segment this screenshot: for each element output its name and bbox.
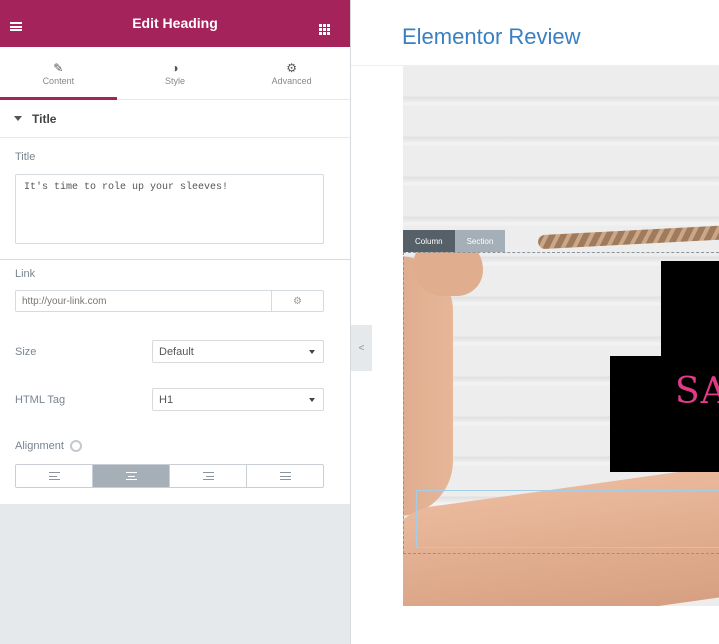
pencil-icon: ✎ [53, 61, 64, 75]
section-handle[interactable]: Section [454, 230, 506, 252]
editor-panel: Edit Heading ✎ Content ◑ Style ⚙ Advance… [0, 0, 351, 644]
title-field-label: Title [15, 151, 36, 163]
html-tag-select-value: H1 [159, 393, 174, 406]
rope-shape [537, 224, 719, 250]
html-tag-select[interactable]: H1 [152, 388, 324, 411]
tab-advanced[interactable]: ⚙ Advanced [233, 47, 350, 99]
section-title-label: Title [32, 111, 57, 126]
chevron-down-icon [309, 397, 315, 402]
align-center-icon [125, 472, 137, 480]
panel-tabs: ✎ Content ◑ Style ⚙ Advanced [0, 47, 350, 100]
alignment-label-row: Alignment [15, 440, 82, 453]
tab-style[interactable]: ◑ Style [117, 47, 234, 99]
chevron-down-icon [309, 349, 315, 354]
size-select[interactable]: Default [152, 340, 324, 363]
size-label: Size [15, 346, 37, 358]
align-right-button[interactable] [170, 465, 247, 487]
chevron-left-icon: < [358, 342, 365, 354]
link-field-label: Link [15, 268, 36, 280]
element-handles: Column Section [403, 230, 506, 252]
align-left-icon [48, 472, 60, 480]
tab-style-label: Style [165, 76, 186, 86]
size-select-value: Default [159, 345, 194, 358]
responsive-icon[interactable] [69, 440, 82, 453]
column-handle[interactable]: Column [403, 230, 455, 252]
align-justify-button[interactable] [247, 465, 323, 487]
panel-empty-area [0, 504, 350, 644]
align-justify-icon [279, 472, 291, 480]
align-center-button[interactable] [93, 465, 170, 487]
heading-widget-outline[interactable] [416, 490, 719, 548]
gear-icon: ⚙ [286, 61, 298, 75]
menu-icon[interactable] [10, 22, 22, 31]
link-field: ⚙ [15, 290, 324, 312]
tab-content-label: Content [42, 76, 75, 86]
link-input[interactable] [16, 291, 271, 311]
divider [0, 259, 350, 260]
align-right-icon [202, 472, 214, 480]
tab-content[interactable]: ✎ Content [0, 47, 117, 100]
link-options-icon[interactable]: ⚙ [271, 291, 323, 311]
tab-advanced-label: Advanced [271, 76, 312, 86]
collapse-panel-button[interactable]: < [351, 325, 372, 371]
panel-title: Edit Heading [132, 14, 218, 31]
section-title-toggle[interactable]: Title [0, 100, 350, 138]
align-left-button[interactable] [16, 465, 93, 487]
alignment-control [15, 464, 324, 488]
html-tag-label: HTML Tag [15, 394, 66, 406]
widgets-grid-icon[interactable] [319, 24, 330, 35]
contrast-icon: ◑ [171, 61, 179, 75]
panel-header: Edit Heading [0, 0, 350, 47]
page-title: Elementor Review [402, 24, 581, 49]
title-textarea[interactable]: It's time to role up your sleeves! [15, 174, 324, 244]
caret-down-icon [14, 116, 22, 121]
alignment-label: Alignment [15, 440, 64, 452]
